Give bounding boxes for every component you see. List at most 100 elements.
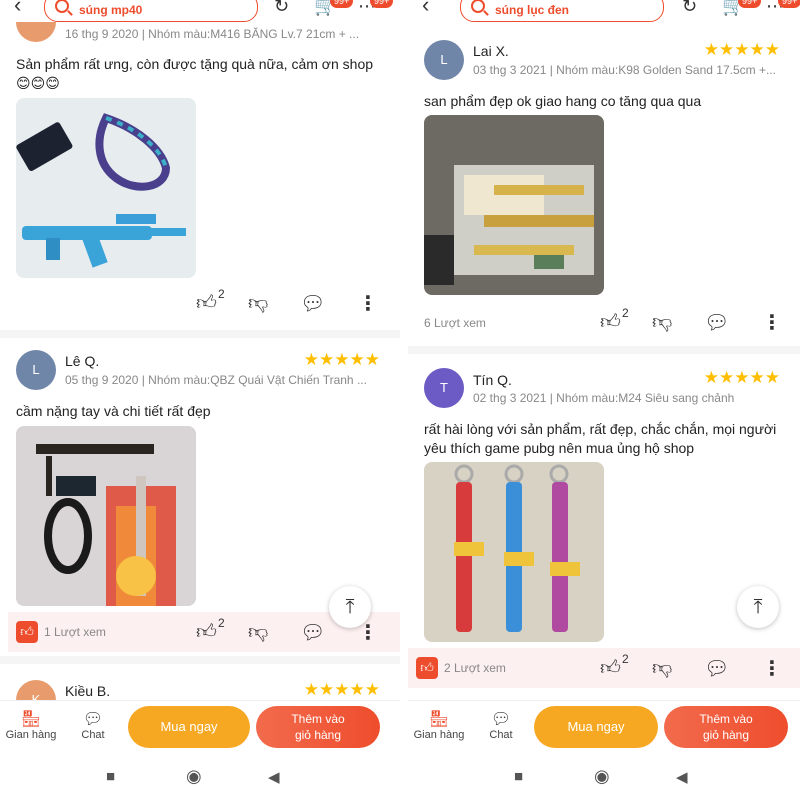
add-cart-line2: giỏ hàng (702, 728, 750, 742)
review-image (16, 98, 196, 278)
shop-icon: 🏪︎ (20, 711, 42, 728)
more-badge: 99+ (370, 0, 394, 8)
shop-button[interactable]: 🏪︎ Gian hàng (4, 709, 58, 741)
review-actions: 👍︎ 2 👎︎ 💬︎ ⋮ (600, 652, 790, 682)
circle-nav-icon[interactable]: ◉ (186, 766, 202, 787)
thumb-up-icon[interactable]: 👍︎ (196, 291, 217, 315)
shop-icon: 🏪︎ (428, 711, 450, 728)
rating-stars: ★★★★★ (703, 368, 780, 387)
view-count: 6 Lượt xem (424, 316, 486, 330)
avatar: L (16, 350, 56, 390)
thumb-down-icon[interactable]: 👎︎ (248, 291, 268, 315)
like-chip-icon: 👍︎ (416, 657, 438, 679)
scroll-top-icon[interactable]: ⤒ (737, 586, 779, 628)
chat-label: Chat (81, 729, 105, 741)
review-photo[interactable] (424, 115, 604, 295)
view-count: 1 Lượt xem (44, 625, 106, 639)
search-icon (55, 0, 69, 13)
thumb-down-icon[interactable]: 👎︎ (652, 310, 672, 334)
thumb-up-icon[interactable]: 👍︎ (600, 310, 621, 334)
like-count: 2 (218, 287, 225, 301)
right-screenshot: ‹ súng lục đen ↻ 🛒 99+ ⋯ 99+ L Lai X. ★★… (408, 0, 800, 800)
review-meta: 02 thg 3 2021 | Nhóm màu:M24 Siêu sang c… (473, 391, 735, 405)
review-image (424, 115, 604, 295)
reviewer-name: Tín Q. (473, 372, 512, 388)
search-text: súng lục đen (495, 3, 570, 17)
search-input[interactable]: súng mp40 (44, 0, 258, 22)
chat-icon: 💬︎ (82, 711, 104, 728)
bottom-action-bar: 🏪︎ Gian hàng 💬︎ Chat Mua ngay Thêm vào g… (408, 700, 800, 754)
add-to-cart-button[interactable]: Thêm vào giỏ hàng (256, 706, 380, 748)
refresh-icon[interactable]: ↻ (274, 0, 289, 17)
avatar: T (424, 368, 464, 408)
square-nav-icon[interactable]: ■ (514, 768, 523, 785)
review-text: Sản phẩm rất ưng, còn được tặng quà nữa,… (16, 56, 374, 91)
review-photo[interactable] (424, 462, 604, 642)
square-nav-icon[interactable]: ■ (106, 768, 115, 785)
review-actions: 👍︎ 2 👎︎ 💬︎ ⋮ (600, 306, 790, 336)
buy-now-button[interactable]: Mua ngay (128, 706, 250, 748)
chat-label: Chat (489, 729, 513, 741)
chat-button[interactable]: 💬︎ Chat (474, 709, 528, 741)
back-arrow-icon[interactable]: ‹ (14, 0, 21, 16)
review-image (424, 462, 604, 642)
like-count: 2 (622, 306, 629, 320)
top-bar: ‹ súng lục đen ↻ 🛒 99+ ⋯ 99+ (408, 0, 800, 22)
avatar: L (424, 40, 464, 80)
reviewer-name: Lê Q. (65, 353, 100, 369)
thumb-up-icon[interactable]: 👍︎ (600, 656, 621, 680)
review-photo[interactable] (16, 98, 196, 278)
review-photo[interactable] (16, 426, 196, 606)
circle-nav-icon[interactable]: ◉ (594, 766, 610, 787)
kebab-icon[interactable]: ⋮ (762, 310, 782, 335)
add-to-cart-button[interactable]: Thêm vào giỏ hàng (664, 706, 788, 748)
search-icon (471, 0, 485, 13)
thumb-down-icon[interactable]: 👎︎ (652, 656, 672, 680)
triangle-nav-icon[interactable]: ◀ (268, 768, 280, 786)
search-input[interactable]: súng lục đen (460, 0, 664, 22)
shop-label: Gian hàng (5, 729, 57, 741)
add-cart-line1: Thêm vào (699, 712, 753, 726)
review-image (16, 426, 196, 606)
review-text: san phẩm đẹp ok giao hang co tăng qua qu… (424, 93, 702, 109)
system-nav-bar: ■ ◉ ◀ (0, 754, 400, 800)
search-text: súng mp40 (79, 3, 143, 17)
shop-label: Gian hàng (413, 729, 465, 741)
comment-icon[interactable]: 💬︎ (704, 310, 729, 335)
left-screenshot: ‹ súng mp40 ↻ 🛒 99+ ⋯ 99+ 16 thg 9 2020 … (0, 0, 400, 800)
chat-icon: 💬︎ (490, 711, 512, 728)
like-count: 2 (622, 652, 629, 666)
comment-icon[interactable]: 💬︎ (704, 656, 729, 681)
divider (408, 346, 800, 354)
buy-now-button[interactable]: Mua ngay (534, 706, 658, 748)
divider (0, 330, 400, 338)
scroll-top-icon[interactable]: ⤒ (329, 586, 371, 628)
triangle-nav-icon[interactable]: ◀ (676, 768, 688, 786)
rating-stars: ★★★★★ (303, 350, 380, 369)
divider (0, 656, 400, 664)
kebab-icon[interactable]: ⋮ (358, 291, 378, 316)
thumb-up-icon[interactable]: 👍︎ (196, 620, 217, 644)
view-count: 2 Lượt xem (444, 661, 506, 675)
kebab-icon[interactable]: ⋮ (762, 656, 782, 681)
review-meta: 05 thg 9 2020 | Nhóm màu:QBZ Quái Vật Ch… (65, 373, 367, 387)
like-count: 2 (218, 616, 225, 630)
cart-badge: 99+ (330, 0, 354, 8)
rating-stars: ★★★★★ (303, 680, 380, 699)
more-badge: 99+ (778, 0, 800, 8)
top-bar: ‹ súng mp40 ↻ 🛒 99+ ⋯ 99+ (0, 0, 400, 22)
back-arrow-icon[interactable]: ‹ (422, 0, 429, 16)
chat-button[interactable]: 💬︎ Chat (66, 709, 120, 741)
add-cart-line1: Thêm vào (291, 712, 345, 726)
rating-stars: ★★★★★ (703, 40, 780, 59)
like-chip-icon: 👍︎ (16, 621, 38, 643)
thumb-down-icon[interactable]: 👎︎ (248, 620, 268, 644)
comment-icon[interactable]: 💬︎ (300, 291, 325, 316)
refresh-icon[interactable]: ↻ (682, 0, 697, 17)
reviewer-name: Lai X. (473, 43, 509, 59)
shop-button[interactable]: 🏪︎ Gian hàng (412, 709, 466, 741)
review-actions: 👍︎ 2 👎︎ 💬︎ ⋮ (196, 287, 386, 317)
reviewer-name: Kiều B. (65, 683, 111, 699)
review-meta: 16 thg 9 2020 | Nhóm màu:M416 BĂNG Lv.7 … (65, 27, 360, 41)
comment-icon[interactable]: 💬︎ (300, 620, 325, 645)
